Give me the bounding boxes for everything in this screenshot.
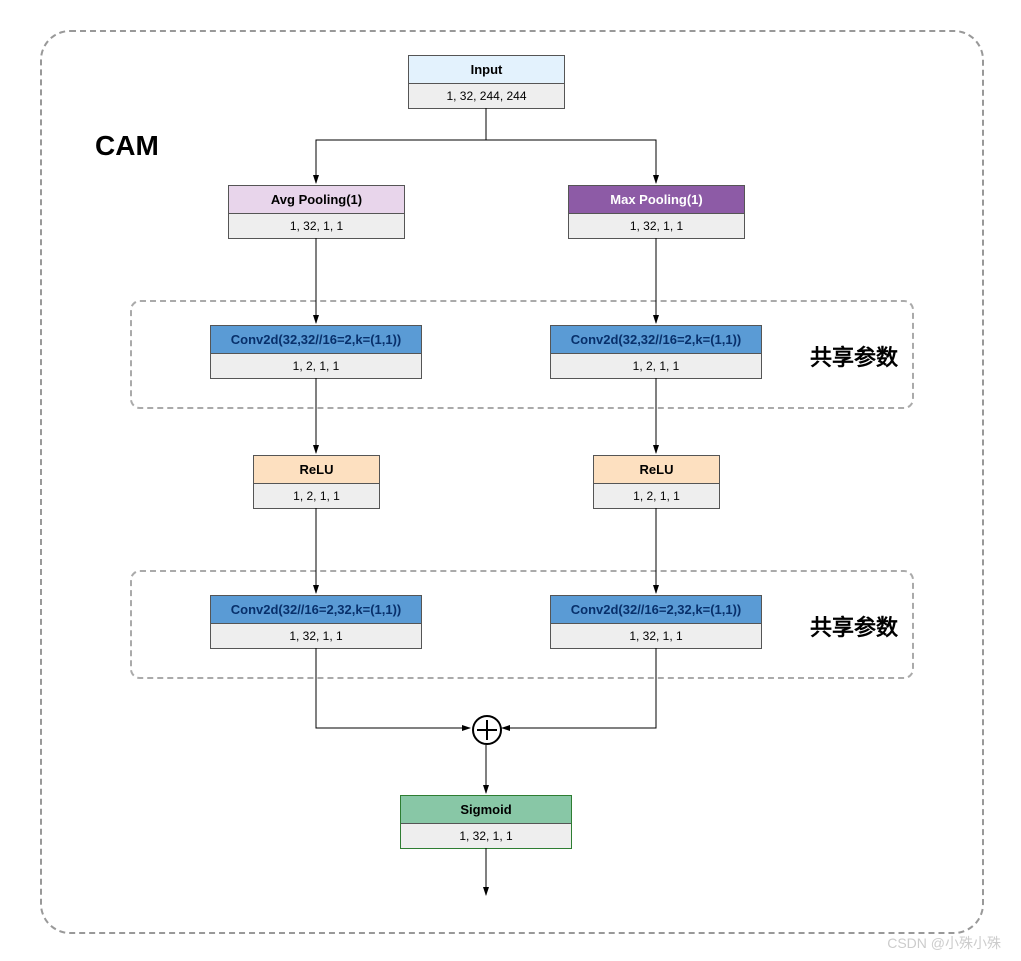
watermark: CSDN @小殊小殊 <box>887 933 1001 953</box>
node-conv2-left: Conv2d(32//16=2,32,k=(1,1)) 1, 32, 1, 1 <box>210 595 422 649</box>
node-conv1-left-label: Conv2d(32,32//16=2,k=(1,1)) <box>211 326 421 354</box>
node-input-shape: 1, 32, 244, 244 <box>409 84 564 108</box>
node-sigmoid-label: Sigmoid <box>401 796 571 824</box>
node-relu-left-label: ReLU <box>254 456 379 484</box>
node-conv1-right-shape: 1, 2, 1, 1 <box>551 354 761 378</box>
node-relu-right-shape: 1, 2, 1, 1 <box>594 484 719 508</box>
node-sigmoid: Sigmoid 1, 32, 1, 1 <box>400 795 572 849</box>
node-conv2-right: Conv2d(32//16=2,32,k=(1,1)) 1, 32, 1, 1 <box>550 595 762 649</box>
node-avgpool: Avg Pooling(1) 1, 32, 1, 1 <box>228 185 405 239</box>
node-conv2-left-label: Conv2d(32//16=2,32,k=(1,1)) <box>211 596 421 624</box>
node-maxpool-label: Max Pooling(1) <box>569 186 744 214</box>
diagram-title: CAM <box>95 130 159 162</box>
node-relu-left: ReLU 1, 2, 1, 1 <box>253 455 380 509</box>
node-conv1-left: Conv2d(32,32//16=2,k=(1,1)) 1, 2, 1, 1 <box>210 325 422 379</box>
node-conv1-right: Conv2d(32,32//16=2,k=(1,1)) 1, 2, 1, 1 <box>550 325 762 379</box>
node-relu-left-shape: 1, 2, 1, 1 <box>254 484 379 508</box>
node-conv2-right-shape: 1, 32, 1, 1 <box>551 624 761 648</box>
node-input-label: Input <box>409 56 564 84</box>
node-maxpool-shape: 1, 32, 1, 1 <box>569 214 744 238</box>
node-maxpool: Max Pooling(1) 1, 32, 1, 1 <box>568 185 745 239</box>
node-conv2-left-shape: 1, 32, 1, 1 <box>211 624 421 648</box>
node-conv1-left-shape: 1, 2, 1, 1 <box>211 354 421 378</box>
node-avgpool-shape: 1, 32, 1, 1 <box>229 214 404 238</box>
shared-params-label-2: 共享参数 <box>810 610 898 642</box>
node-relu-right-label: ReLU <box>594 456 719 484</box>
node-conv1-right-label: Conv2d(32,32//16=2,k=(1,1)) <box>551 326 761 354</box>
node-relu-right: ReLU 1, 2, 1, 1 <box>593 455 720 509</box>
node-conv2-right-label: Conv2d(32//16=2,32,k=(1,1)) <box>551 596 761 624</box>
node-sigmoid-shape: 1, 32, 1, 1 <box>401 824 571 848</box>
node-input: Input 1, 32, 244, 244 <box>408 55 565 109</box>
node-avgpool-label: Avg Pooling(1) <box>229 186 404 214</box>
diagram-canvas: CAM Input 1, 32, 244, 244 Avg Pooling(1)… <box>0 0 1021 961</box>
add-op-icon <box>472 715 502 745</box>
shared-params-label-1: 共享参数 <box>810 340 898 372</box>
